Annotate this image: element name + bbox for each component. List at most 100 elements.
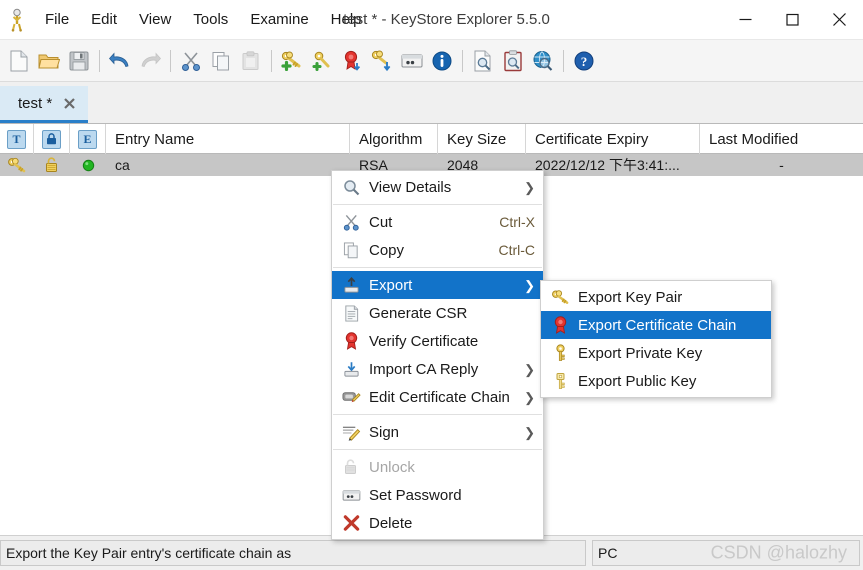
close-button[interactable] <box>816 0 863 40</box>
menu-set-password[interactable]: Set Password <box>332 481 543 509</box>
entry-context-menu: View Details ❯ Cut Ctrl-X Copy Ctrl-C Ex… <box>331 170 544 540</box>
redo-button[interactable] <box>135 45 165 77</box>
green-circle-icon <box>70 154 106 176</box>
chevron-right-icon: ❯ <box>524 277 535 293</box>
examine-file-button[interactable] <box>468 45 498 77</box>
column-certificate-expiry[interactable]: Certificate Expiry <box>526 124 700 154</box>
column-lock-status[interactable] <box>34 124 70 154</box>
menu-export-label: Export <box>369 276 413 294</box>
examine-ssl-button[interactable] <box>528 45 558 77</box>
menu-export[interactable]: Export ❯ <box>332 271 543 299</box>
cut-button[interactable] <box>176 45 206 77</box>
import-key-pair-button[interactable] <box>367 45 397 77</box>
menu-delete[interactable]: Delete <box>332 509 543 537</box>
menubar-file[interactable]: File <box>34 6 80 34</box>
menu-copy-label: Copy <box>369 241 405 259</box>
menubar-examine[interactable]: Examine <box>239 6 319 34</box>
menu-edit-certificate-chain[interactable]: Edit Certificate Chain ❯ <box>332 383 543 411</box>
maximize-button[interactable] <box>769 0 816 40</box>
menubar-view[interactable]: View <box>128 6 182 34</box>
menu-view-details[interactable]: View Details ❯ <box>332 173 543 201</box>
menubar-help[interactable]: Help <box>320 6 373 34</box>
menu-export-certificate-chain[interactable]: Export Certificate Chain <box>541 311 771 339</box>
context-separator-3 <box>333 414 542 415</box>
menu-sign[interactable]: Sign ❯ <box>332 418 543 446</box>
open-folder-button[interactable] <box>34 45 64 77</box>
column-key-size[interactable]: Key Size <box>438 124 526 154</box>
table-header-row: T E Entry Name Algorithm Key Size Certif… <box>0 124 863 154</box>
menu-export-public-key[interactable]: Export Public Key <box>541 367 771 395</box>
menubar-tools[interactable]: Tools <box>182 6 239 34</box>
chevron-right-icon: ❯ <box>524 389 535 405</box>
tab-test[interactable]: test * <box>0 86 89 123</box>
title-bar: File Edit View Tools Examine Help test *… <box>0 0 863 40</box>
column-expiry-status[interactable]: E <box>70 124 106 154</box>
context-separator-4 <box>333 449 542 450</box>
cell-entry-name: ca <box>115 157 130 173</box>
tab-close-icon[interactable] <box>62 96 76 110</box>
examine-clipboard-button[interactable] <box>498 45 528 77</box>
menu-export-key-pair-label: Export Key Pair <box>578 288 683 306</box>
column-entry-name[interactable]: Entry Name <box>106 124 350 154</box>
menu-edit-certificate-chain-label: Edit Certificate Chain <box>369 388 510 406</box>
chevron-right-icon: ❯ <box>524 424 535 440</box>
menu-export-certificate-chain-label: Export Certificate Chain <box>578 316 737 334</box>
menu-generate-csr[interactable]: Generate CSR <box>332 299 543 327</box>
toolbar-separator-5 <box>563 49 564 72</box>
menu-cut[interactable]: Cut Ctrl-X <box>332 208 543 236</box>
export-up-icon <box>338 275 364 295</box>
column-last-modified[interactable]: Last Modified <box>700 124 863 154</box>
expiry-header-badge: E <box>78 129 97 149</box>
minimize-button[interactable] <box>722 0 769 40</box>
menu-unlock-label: Unlock <box>369 458 415 476</box>
pale-key-icon <box>547 371 573 391</box>
column-algorithm[interactable]: Algorithm <box>350 124 438 154</box>
toolbar-separator-2 <box>170 49 171 72</box>
menu-set-password-label: Set Password <box>369 486 462 504</box>
gold-key-icon <box>547 343 573 363</box>
tab-strip: test * <box>0 83 863 123</box>
red-x-icon <box>338 513 364 533</box>
copy-button[interactable] <box>206 45 236 77</box>
status-bar: Export the Key Pair entry's certificate … <box>0 535 863 570</box>
context-separator-1 <box>333 204 542 205</box>
menu-export-public-key-label: Export Public Key <box>578 372 697 390</box>
csr-document-icon <box>338 303 364 323</box>
menu-unlock[interactable]: Unlock <box>332 453 543 481</box>
status-right-panel: PC CSDN @halozhy <box>592 540 860 566</box>
generate-secret-key-button[interactable] <box>307 45 337 77</box>
keys-person-icon <box>0 0 34 40</box>
menu-import-ca-reply[interactable]: Import CA Reply ❯ <box>332 355 543 383</box>
column-entry-type[interactable]: T <box>0 124 34 154</box>
import-trusted-certificate-button[interactable] <box>337 45 367 77</box>
menu-bar: File Edit View Tools Examine Help <box>34 0 373 40</box>
menu-copy[interactable]: Copy Ctrl-C <box>332 236 543 264</box>
undo-button[interactable] <box>105 45 135 77</box>
chain-edit-icon <box>338 387 364 407</box>
keystore-properties-button[interactable] <box>427 45 457 77</box>
red-certificate-icon <box>338 331 364 351</box>
help-button[interactable]: ? <box>569 45 599 77</box>
unlocked-padlock-icon <box>338 457 364 477</box>
chevron-right-icon: ❯ <box>524 361 535 377</box>
new-keystore-button[interactable] <box>4 45 34 77</box>
set-password-button[interactable] <box>397 45 427 77</box>
menubar-edit[interactable]: Edit <box>80 6 128 34</box>
menu-export-key-pair[interactable]: Export Key Pair <box>541 283 771 311</box>
watermark: CSDN @halozhy <box>710 542 847 563</box>
key-pair-icon <box>0 154 34 176</box>
menu-generate-csr-label: Generate CSR <box>369 304 468 322</box>
magnifier-icon <box>338 177 364 197</box>
chevron-right-icon: ❯ <box>524 179 535 195</box>
paste-button[interactable] <box>236 45 266 77</box>
generate-key-pair-button[interactable] <box>277 45 307 77</box>
menu-view-details-label: View Details <box>369 178 452 196</box>
save-keystore-button[interactable] <box>64 45 94 77</box>
key-pair-icon <box>547 287 573 307</box>
menu-export-private-key[interactable]: Export Private Key <box>541 339 771 367</box>
tab-label: test * <box>18 94 53 112</box>
red-certificate-icon <box>547 315 573 335</box>
menu-cut-accelerator: Ctrl-X <box>499 214 535 230</box>
menu-verify-certificate[interactable]: Verify Certificate <box>332 327 543 355</box>
lock-header-badge <box>42 129 61 149</box>
